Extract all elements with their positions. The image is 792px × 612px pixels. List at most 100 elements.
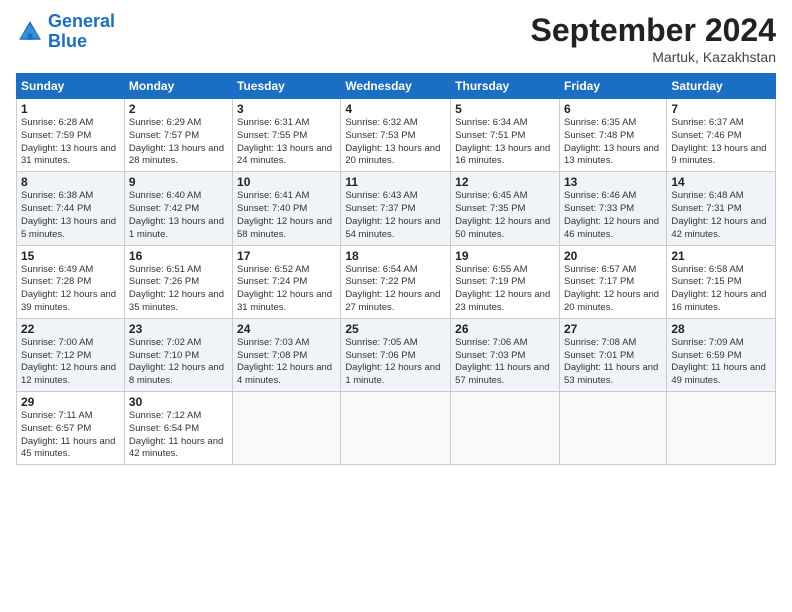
weekday-header-saturday: Saturday — [667, 74, 776, 99]
logo: General Blue — [16, 12, 115, 52]
calendar-cell: 22Sunrise: 7:00 AMSunset: 7:12 PMDayligh… — [17, 318, 125, 391]
calendar-body: 1Sunrise: 6:28 AMSunset: 7:59 PMDaylight… — [17, 99, 776, 465]
day-number: 20 — [564, 249, 662, 263]
day-number: 28 — [671, 322, 771, 336]
calendar-cell: 13Sunrise: 6:46 AMSunset: 7:33 PMDayligh… — [559, 172, 666, 245]
day-info: Sunrise: 6:57 AMSunset: 7:17 PMDaylight:… — [564, 264, 662, 315]
calendar-cell: 28Sunrise: 7:09 AMSunset: 6:59 PMDayligh… — [667, 318, 776, 391]
day-info: Sunrise: 6:41 AMSunset: 7:40 PMDaylight:… — [237, 190, 336, 241]
calendar-cell: 23Sunrise: 7:02 AMSunset: 7:10 PMDayligh… — [124, 318, 232, 391]
day-info: Sunrise: 6:51 AMSunset: 7:26 PMDaylight:… — [129, 264, 228, 315]
calendar-cell: 6Sunrise: 6:35 AMSunset: 7:48 PMDaylight… — [559, 99, 666, 172]
day-number: 18 — [345, 249, 446, 263]
day-number: 15 — [21, 249, 120, 263]
week-row-5: 29Sunrise: 7:11 AMSunset: 6:57 PMDayligh… — [17, 392, 776, 465]
day-number: 13 — [564, 175, 662, 189]
day-info: Sunrise: 6:43 AMSunset: 7:37 PMDaylight:… — [345, 190, 446, 241]
day-info: Sunrise: 7:02 AMSunset: 7:10 PMDaylight:… — [129, 337, 228, 388]
day-number: 10 — [237, 175, 336, 189]
month-title: September 2024 — [531, 12, 776, 49]
calendar-cell: 16Sunrise: 6:51 AMSunset: 7:26 PMDayligh… — [124, 245, 232, 318]
day-number: 14 — [671, 175, 771, 189]
day-info: Sunrise: 6:40 AMSunset: 7:42 PMDaylight:… — [129, 190, 228, 241]
day-number: 24 — [237, 322, 336, 336]
title-block: September 2024 Martuk, Kazakhstan — [531, 12, 776, 65]
day-info: Sunrise: 6:32 AMSunset: 7:53 PMDaylight:… — [345, 117, 446, 168]
day-info: Sunrise: 6:55 AMSunset: 7:19 PMDaylight:… — [455, 264, 555, 315]
day-info: Sunrise: 7:11 AMSunset: 6:57 PMDaylight:… — [21, 410, 120, 461]
day-info: Sunrise: 7:09 AMSunset: 6:59 PMDaylight:… — [671, 337, 771, 388]
week-row-2: 8Sunrise: 6:38 AMSunset: 7:44 PMDaylight… — [17, 172, 776, 245]
day-info: Sunrise: 6:31 AMSunset: 7:55 PMDaylight:… — [237, 117, 336, 168]
day-number: 23 — [129, 322, 228, 336]
day-number: 1 — [21, 102, 120, 116]
day-info: Sunrise: 6:34 AMSunset: 7:51 PMDaylight:… — [455, 117, 555, 168]
day-number: 11 — [345, 175, 446, 189]
calendar-cell: 8Sunrise: 6:38 AMSunset: 7:44 PMDaylight… — [17, 172, 125, 245]
calendar-cell: 24Sunrise: 7:03 AMSunset: 7:08 PMDayligh… — [233, 318, 341, 391]
week-row-3: 15Sunrise: 6:49 AMSunset: 7:28 PMDayligh… — [17, 245, 776, 318]
day-info: Sunrise: 6:29 AMSunset: 7:57 PMDaylight:… — [129, 117, 228, 168]
day-number: 5 — [455, 102, 555, 116]
header: General Blue September 2024 Martuk, Kaza… — [16, 12, 776, 65]
day-number: 17 — [237, 249, 336, 263]
week-row-1: 1Sunrise: 6:28 AMSunset: 7:59 PMDaylight… — [17, 99, 776, 172]
weekday-header-monday: Monday — [124, 74, 232, 99]
calendar-cell: 26Sunrise: 7:06 AMSunset: 7:03 PMDayligh… — [451, 318, 560, 391]
day-info: Sunrise: 6:49 AMSunset: 7:28 PMDaylight:… — [21, 264, 120, 315]
day-number: 27 — [564, 322, 662, 336]
weekday-header-sunday: Sunday — [17, 74, 125, 99]
day-info: Sunrise: 6:52 AMSunset: 7:24 PMDaylight:… — [237, 264, 336, 315]
weekday-header-tuesday: Tuesday — [233, 74, 341, 99]
day-number: 22 — [21, 322, 120, 336]
day-number: 26 — [455, 322, 555, 336]
day-info: Sunrise: 6:58 AMSunset: 7:15 PMDaylight:… — [671, 264, 771, 315]
calendar-cell: 25Sunrise: 7:05 AMSunset: 7:06 PMDayligh… — [341, 318, 451, 391]
calendar-cell — [233, 392, 341, 465]
day-number: 19 — [455, 249, 555, 263]
calendar-cell: 12Sunrise: 6:45 AMSunset: 7:35 PMDayligh… — [451, 172, 560, 245]
calendar-cell: 30Sunrise: 7:12 AMSunset: 6:54 PMDayligh… — [124, 392, 232, 465]
calendar-cell: 4Sunrise: 6:32 AMSunset: 7:53 PMDaylight… — [341, 99, 451, 172]
calendar-cell: 29Sunrise: 7:11 AMSunset: 6:57 PMDayligh… — [17, 392, 125, 465]
calendar-cell: 3Sunrise: 6:31 AMSunset: 7:55 PMDaylight… — [233, 99, 341, 172]
day-info: Sunrise: 6:54 AMSunset: 7:22 PMDaylight:… — [345, 264, 446, 315]
day-info: Sunrise: 7:00 AMSunset: 7:12 PMDaylight:… — [21, 337, 120, 388]
calendar-cell: 17Sunrise: 6:52 AMSunset: 7:24 PMDayligh… — [233, 245, 341, 318]
weekday-header-friday: Friday — [559, 74, 666, 99]
day-number: 30 — [129, 395, 228, 409]
day-number: 29 — [21, 395, 120, 409]
calendar-cell: 9Sunrise: 6:40 AMSunset: 7:42 PMDaylight… — [124, 172, 232, 245]
calendar-cell: 1Sunrise: 6:28 AMSunset: 7:59 PMDaylight… — [17, 99, 125, 172]
day-number: 8 — [21, 175, 120, 189]
day-info: Sunrise: 6:38 AMSunset: 7:44 PMDaylight:… — [21, 190, 120, 241]
page: General Blue September 2024 Martuk, Kaza… — [0, 0, 792, 612]
day-info: Sunrise: 6:48 AMSunset: 7:31 PMDaylight:… — [671, 190, 771, 241]
day-number: 25 — [345, 322, 446, 336]
day-info: Sunrise: 7:05 AMSunset: 7:06 PMDaylight:… — [345, 337, 446, 388]
day-info: Sunrise: 7:12 AMSunset: 6:54 PMDaylight:… — [129, 410, 228, 461]
calendar-cell: 10Sunrise: 6:41 AMSunset: 7:40 PMDayligh… — [233, 172, 341, 245]
weekday-header-wednesday: Wednesday — [341, 74, 451, 99]
calendar-cell — [667, 392, 776, 465]
day-number: 16 — [129, 249, 228, 263]
calendar-cell: 19Sunrise: 6:55 AMSunset: 7:19 PMDayligh… — [451, 245, 560, 318]
calendar-cell: 21Sunrise: 6:58 AMSunset: 7:15 PMDayligh… — [667, 245, 776, 318]
day-info: Sunrise: 6:45 AMSunset: 7:35 PMDaylight:… — [455, 190, 555, 241]
calendar-cell: 7Sunrise: 6:37 AMSunset: 7:46 PMDaylight… — [667, 99, 776, 172]
day-info: Sunrise: 6:46 AMSunset: 7:33 PMDaylight:… — [564, 190, 662, 241]
logo-icon — [16, 18, 44, 46]
weekday-header-row: SundayMondayTuesdayWednesdayThursdayFrid… — [17, 74, 776, 99]
logo-text: General Blue — [48, 12, 115, 52]
week-row-4: 22Sunrise: 7:00 AMSunset: 7:12 PMDayligh… — [17, 318, 776, 391]
location: Martuk, Kazakhstan — [531, 49, 776, 65]
calendar-cell: 5Sunrise: 6:34 AMSunset: 7:51 PMDaylight… — [451, 99, 560, 172]
day-number: 7 — [671, 102, 771, 116]
calendar-cell: 27Sunrise: 7:08 AMSunset: 7:01 PMDayligh… — [559, 318, 666, 391]
calendar-cell: 11Sunrise: 6:43 AMSunset: 7:37 PMDayligh… — [341, 172, 451, 245]
day-info: Sunrise: 6:37 AMSunset: 7:46 PMDaylight:… — [671, 117, 771, 168]
day-number: 4 — [345, 102, 446, 116]
calendar-table: SundayMondayTuesdayWednesdayThursdayFrid… — [16, 73, 776, 465]
day-number: 9 — [129, 175, 228, 189]
calendar-cell: 14Sunrise: 6:48 AMSunset: 7:31 PMDayligh… — [667, 172, 776, 245]
